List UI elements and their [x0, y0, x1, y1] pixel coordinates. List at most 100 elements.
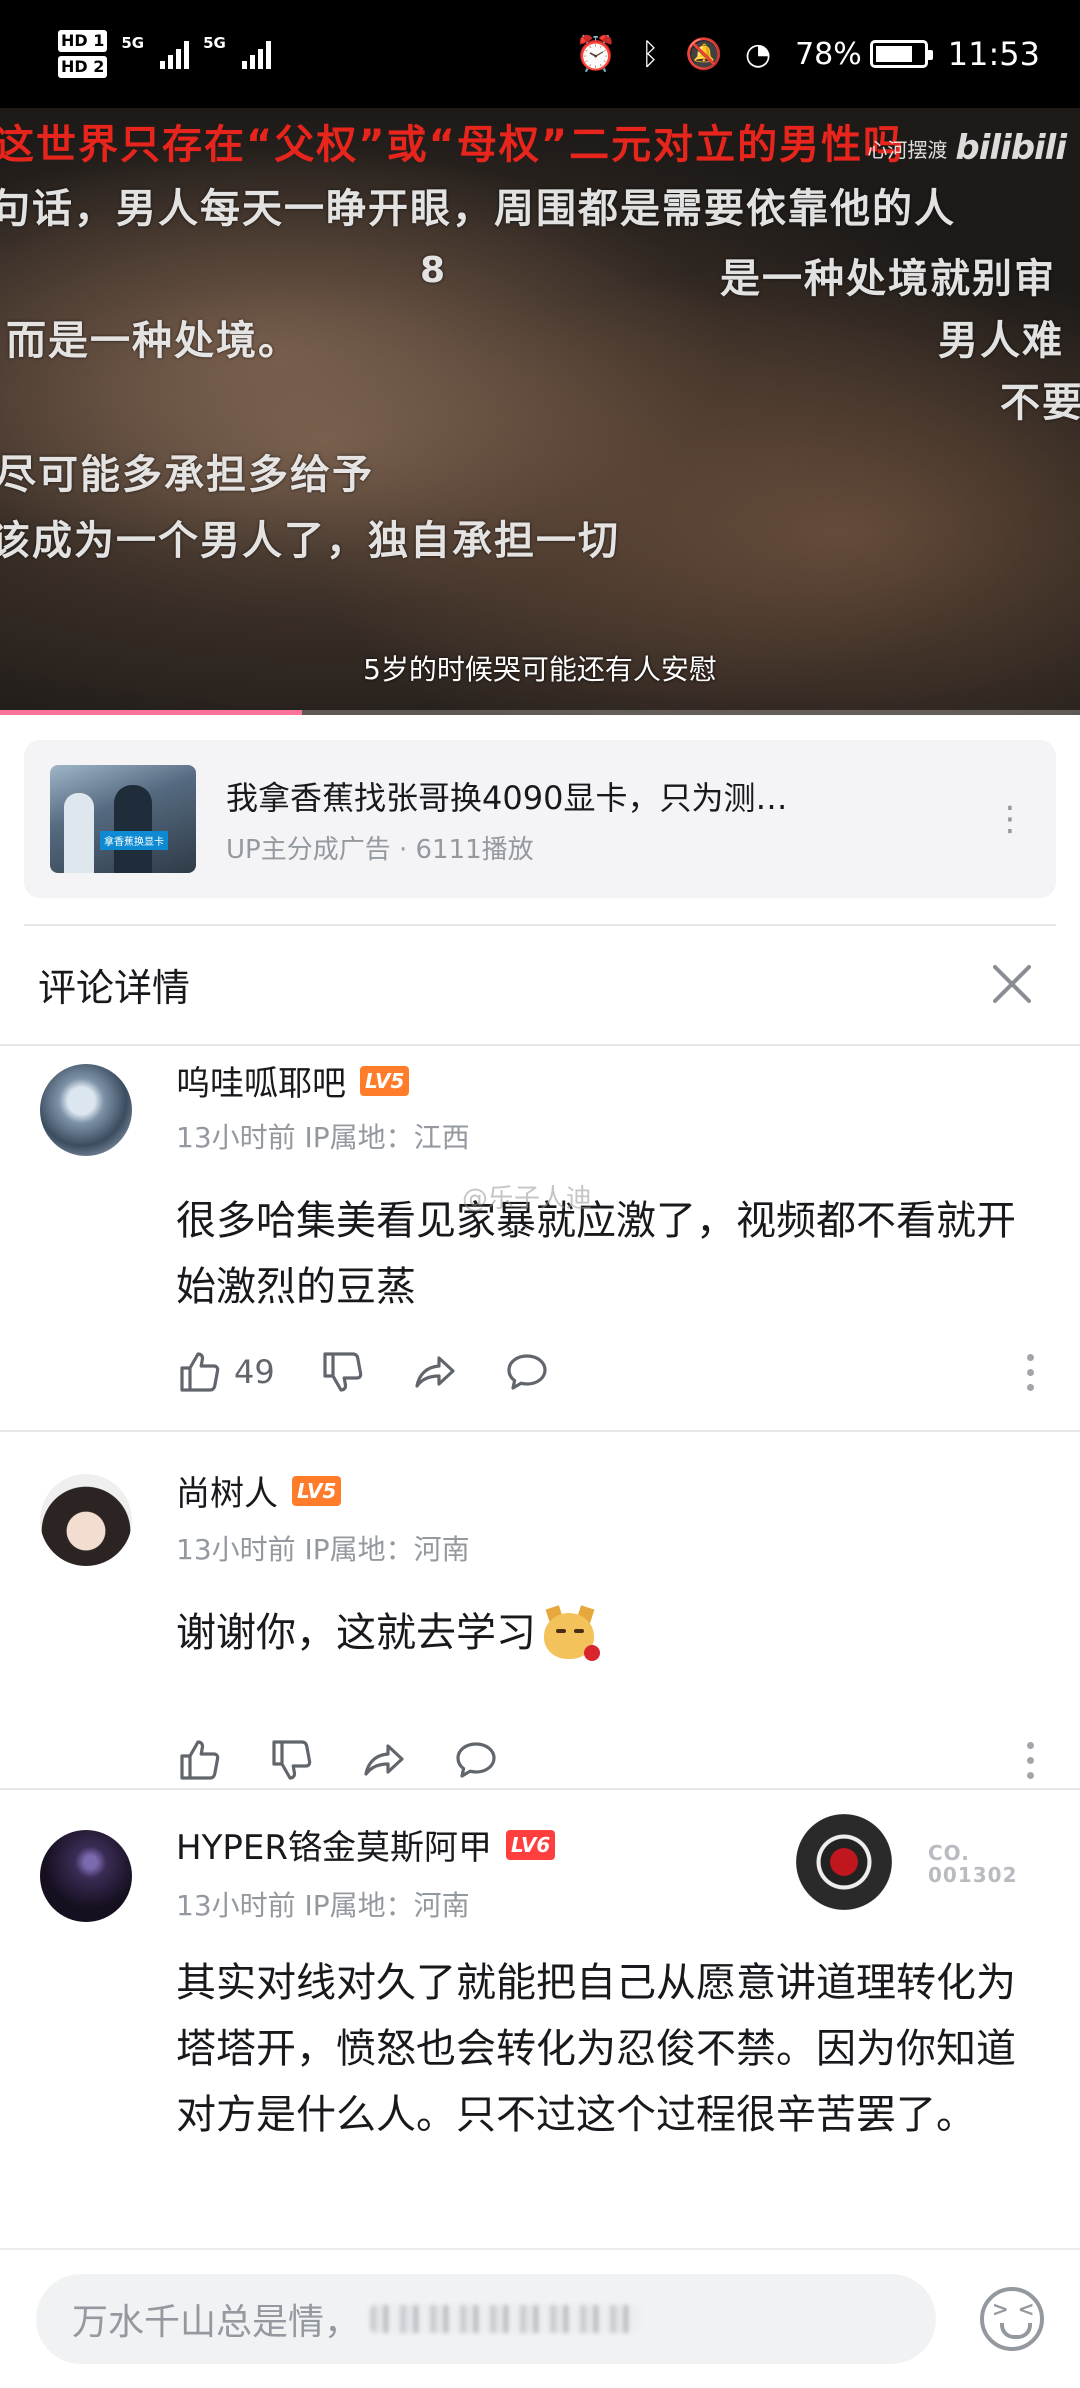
- danmaku-comment: 不要: [1000, 380, 1080, 426]
- reply-button[interactable]: [503, 1348, 551, 1396]
- share-button[interactable]: [360, 1736, 408, 1784]
- danmaku-comment: 男人难: [938, 318, 1064, 364]
- danmaku-comment: 尽可能多承担多给予: [0, 452, 374, 498]
- share-icon: [415, 1356, 455, 1388]
- chat-bubble-icon: [456, 1742, 496, 1778]
- more-options-icon[interactable]: [1020, 1342, 1040, 1402]
- bluetooth-icon: ᛒ: [641, 36, 660, 72]
- thumbs-up-icon: [180, 1740, 220, 1780]
- status-left: HD 1 HD 2 5G 5G: [58, 30, 271, 78]
- comments-header: 评论详情: [0, 924, 1080, 1044]
- video-subtitle: 5岁的时候哭可能还有人安慰: [363, 653, 717, 686]
- comment-actions: 49: [176, 1342, 595, 1402]
- comment-text: 其实对线对久了就能把自己从愿意讲道理转化为塔塔开，愤怒也会转化为忍俊不禁。因为你…: [176, 1960, 1016, 2138]
- danmaku-comment: 是一种处境就别审: [720, 256, 1056, 302]
- comment-actions: [176, 1730, 544, 1790]
- close-icon[interactable]: [982, 954, 1042, 1014]
- page-title: 评论详情: [38, 965, 191, 1010]
- comment-input[interactable]: 万水千山总是情，: [36, 2274, 936, 2364]
- uploader-mark: 心河摆渡: [867, 137, 948, 162]
- badge-label: CO.: [928, 1841, 970, 1865]
- bilibili-logo: bilibili: [955, 128, 1067, 168]
- like-button[interactable]: 49: [176, 1348, 275, 1396]
- avatar[interactable]: [40, 1474, 132, 1566]
- thumbnail-person: [114, 785, 152, 873]
- username-row: HYPER铬金莫斯阿甲 LV6: [176, 1820, 556, 1869]
- comment-meta: 13小时前 IP属地：河南: [176, 1533, 470, 1566]
- username[interactable]: 尚树人: [176, 1466, 278, 1515]
- dislike-button[interactable]: [319, 1348, 367, 1396]
- danmaku-comment: 句话，男人每天一睁开眼，周围都是需要依靠他的人: [0, 186, 956, 232]
- badge-number: 001302: [928, 1863, 1018, 1887]
- fan-number-badge: CO. 001302: [928, 1842, 1018, 1886]
- network-type-2: 5G: [203, 34, 226, 52]
- dislike-button[interactable]: [268, 1736, 316, 1784]
- battery-icon: [869, 40, 933, 68]
- ad-thumbnail: 拿香蕉换显卡: [50, 765, 196, 873]
- thumbs-up-icon: [180, 1352, 220, 1392]
- alarm-icon: ⏰: [574, 34, 618, 74]
- network-type-1: 5G: [121, 34, 145, 52]
- video-watermark: 心河摆渡 bilibili: [867, 128, 1067, 168]
- thumbs-down-icon: [272, 1740, 312, 1780]
- signal-icon-2: [241, 39, 271, 69]
- share-button[interactable]: [411, 1348, 459, 1396]
- level-badge: LV5: [292, 1475, 342, 1506]
- hd2-indicator: HD 2: [58, 56, 108, 78]
- like-button[interactable]: [176, 1736, 224, 1784]
- progress-bar[interactable]: [0, 710, 1080, 715]
- more-options-icon[interactable]: ⋮: [990, 789, 1030, 849]
- username-row: 呜哇呱耶吧 LV5: [176, 1056, 410, 1105]
- progress-fill: [0, 710, 303, 715]
- clock: 11:53: [947, 35, 1040, 73]
- username[interactable]: HYPER铬金莫斯阿甲: [176, 1820, 492, 1869]
- ad-text: 我拿香蕉找张哥换4090显卡，只为测… UP主分成广告 · 6111播放: [226, 773, 990, 866]
- watermark: @乐子人迪: [462, 1184, 593, 1214]
- comment-text: 很多哈集美看见家暴就应激了，视频都不看就开始激烈的豆蒸: [176, 1198, 1016, 1310]
- avatar[interactable]: [40, 1064, 132, 1156]
- danmaku-comment: 该成为一个男人了，独自承担一切: [0, 518, 620, 564]
- signal-icon: [160, 39, 190, 69]
- sim-indicators: HD 1 HD 2: [58, 30, 108, 78]
- speed-gauge-icon: ◔: [745, 36, 772, 72]
- battery-percent: 78%: [795, 36, 862, 72]
- comment-item: 呜哇呱耶吧 LV5 13小时前 IP属地：江西 很多哈集美看见家暴就应激了，视频…: [0, 1044, 1080, 1430]
- ad-meta: UP主分成广告 · 6111播放: [226, 834, 534, 865]
- doge-emoji-icon: [542, 1605, 600, 1663]
- username-row: 尚树人 LV5: [176, 1466, 342, 1515]
- battery-fill: [875, 46, 912, 62]
- ad-title: 我拿香蕉找张哥换4090显卡，只为测…: [226, 778, 788, 817]
- mute-bell-icon: 🔕: [685, 36, 723, 72]
- status-bar: HD 1 HD 2 5G 5G ⏰ ᛒ 🔕 ◔ 78% 11:53: [0, 0, 1080, 108]
- danmaku-comment: 8: [420, 250, 448, 291]
- comment-text: 谢谢你，这就去学习: [176, 1610, 536, 1656]
- battery: 78%: [795, 36, 933, 72]
- status-right: ⏰ ᛒ 🔕 ◔ 78% 11:53: [574, 34, 1040, 74]
- blurred-text: [370, 2305, 641, 2333]
- thumbnail-person: [64, 793, 94, 873]
- avatar[interactable]: [40, 1830, 132, 1922]
- comment-input-bar: 万水千山总是情，: [0, 2248, 1080, 2388]
- video-player[interactable]: 这世界只存在“父权”或“母权”二元对立的男性吗 句话，男人每天一睁开眼，周围都是…: [0, 108, 1080, 715]
- comment-text-row: 谢谢你，这就去学习: [176, 1600, 1036, 1666]
- danmaku-comment: 这世界只存在“父权”或“母权”二元对立的男性吗: [0, 122, 906, 168]
- ad-card[interactable]: 拿香蕉换显卡 我拿香蕉找张哥换4090显卡，只为测… UP主分成广告 · 611…: [24, 740, 1056, 898]
- comment-meta: 13小时前 IP属地：江西: [176, 1121, 470, 1154]
- emoji-icon[interactable]: [980, 2287, 1044, 2351]
- more-options-icon[interactable]: [1020, 1730, 1040, 1790]
- input-placeholder: 万水千山总是情，: [72, 2302, 361, 2343]
- share-icon: [364, 1744, 404, 1776]
- level-badge: LV5: [360, 1065, 410, 1096]
- like-count: 49: [234, 1353, 275, 1391]
- thumbs-down-icon: [323, 1352, 362, 1392]
- comment-item: 尚树人 LV5 13小时前 IP属地：河南 谢谢你，这就去学习: [0, 1432, 1080, 1788]
- thumbnail-tag: 拿香蕉换显卡: [100, 831, 168, 850]
- chat-bubble-icon: [507, 1354, 547, 1390]
- comment-item: HYPER铬金莫斯阿甲 LV6 CO. 001302 13小时前 IP属地：河南…: [0, 1790, 1080, 2248]
- username[interactable]: 呜哇呱耶吧: [176, 1056, 346, 1105]
- reply-button[interactable]: [452, 1736, 500, 1784]
- comment-meta: 13小时前 IP属地：河南: [176, 1889, 470, 1922]
- level-badge: LV6: [505, 1829, 556, 1860]
- fan-medal-icon[interactable]: [796, 1814, 892, 1910]
- hd1-indicator: HD 1: [58, 30, 108, 52]
